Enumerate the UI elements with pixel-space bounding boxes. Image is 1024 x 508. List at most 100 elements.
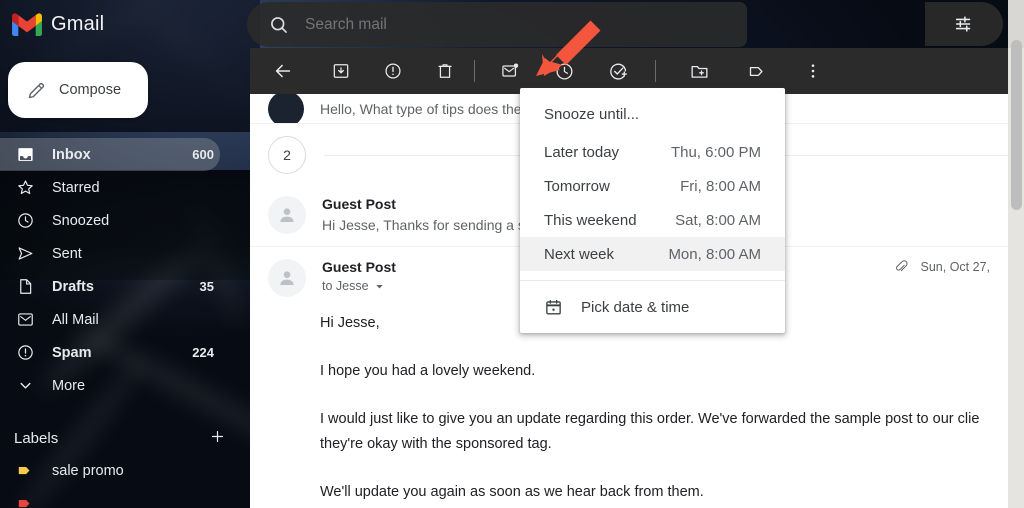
search-icon bbox=[271, 16, 287, 33]
search-options-button[interactable] bbox=[925, 2, 1003, 46]
snooze-option-label: Tomorrow bbox=[544, 177, 610, 195]
snooze-dropdown-menu: Snooze until... Later today Thu, 6:00 PM… bbox=[520, 88, 785, 333]
label-tag-icon bbox=[749, 66, 763, 76]
snooze-option-time: Fri, 8:00 AM bbox=[680, 177, 761, 195]
chevron-down-icon bbox=[16, 376, 38, 395]
arrow-back-icon bbox=[275, 64, 291, 78]
sidebar-label-sale-promo[interactable]: sale promo bbox=[0, 454, 250, 487]
pick-date-time-label: Pick date & time bbox=[581, 298, 690, 316]
recipient-text: to Jesse bbox=[322, 279, 369, 293]
snooze-option-time: Sat, 8:00 AM bbox=[675, 211, 761, 229]
mark-unread-icon bbox=[502, 63, 519, 77]
sidebar-item-inbox[interactable]: Inbox 600 bbox=[0, 138, 220, 171]
task-add-icon bbox=[609, 63, 627, 80]
compose-label: Compose bbox=[59, 82, 122, 98]
snooze-option-time: Mon, 8:00 AM bbox=[668, 245, 761, 263]
sidebar-item-label: All Mail bbox=[52, 311, 99, 328]
toolbar-divider bbox=[474, 60, 475, 82]
send-icon bbox=[16, 244, 38, 263]
sidebar-item-starred[interactable]: Starred bbox=[0, 171, 220, 204]
sidebar-item-sent[interactable]: Sent bbox=[0, 237, 220, 270]
label-tag-icon bbox=[16, 461, 38, 480]
gmail-m-logo bbox=[12, 12, 42, 36]
pick-date-time-option[interactable]: Pick date & time bbox=[520, 281, 785, 333]
clock-icon bbox=[16, 211, 38, 230]
compose-button[interactable]: Compose bbox=[8, 62, 148, 118]
sidebar-item-spam[interactable]: Spam 224 bbox=[0, 336, 220, 369]
snooze-option-later-today[interactable]: Later today Thu, 6:00 PM bbox=[520, 135, 785, 169]
snooze-menu-title: Snooze until... bbox=[544, 106, 640, 123]
sidebar-item-label: Spam bbox=[52, 344, 92, 361]
sidebar-item-snoozed[interactable]: Snoozed bbox=[0, 204, 220, 237]
labels-title: Labels bbox=[14, 429, 59, 447]
sidebar-item-count: 224 bbox=[192, 345, 214, 360]
top-bar: Gmail bbox=[0, 0, 1024, 48]
search-bar[interactable] bbox=[247, 2, 747, 47]
open-message-sender: Guest Post bbox=[322, 259, 396, 275]
calendar-icon bbox=[546, 299, 561, 315]
search-input[interactable] bbox=[305, 15, 705, 34]
sidebar-item-label: Drafts bbox=[52, 278, 94, 295]
report-spam-button[interactable] bbox=[370, 48, 416, 94]
label-tag-icon bbox=[16, 494, 38, 508]
body-paragraph: I hope you had a lovely weekend. bbox=[320, 362, 536, 379]
sidebar-item-label: Snoozed bbox=[52, 212, 110, 229]
message-meta: Sun, Oct 27, bbox=[893, 259, 990, 275]
sidebar-item-drafts[interactable]: Drafts 35 bbox=[0, 270, 220, 303]
snooze-option-this-weekend[interactable]: This weekend Sat, 8:00 AM bbox=[520, 203, 785, 237]
body-paragraph: they're okay with the sponsored tag. bbox=[320, 436, 552, 453]
trash-icon bbox=[438, 64, 452, 78]
inbox-icon bbox=[16, 145, 38, 164]
sidebar-item-all-mail[interactable]: All Mail bbox=[0, 303, 220, 336]
more-vertical-icon bbox=[811, 64, 815, 78]
all-mail-icon bbox=[16, 310, 38, 329]
archive-icon bbox=[333, 64, 349, 78]
tune-filter-icon bbox=[955, 16, 971, 32]
page-scrollbar[interactable] bbox=[1008, 0, 1024, 508]
sidebar-nav: Inbox 600 Starred Snoozed Sent Drafts 35… bbox=[0, 138, 250, 402]
snooze-option-time: Thu, 6:00 PM bbox=[670, 143, 761, 161]
gmail-brand[interactable]: Gmail bbox=[0, 0, 250, 48]
sidebar-item-count: 600 bbox=[192, 147, 214, 162]
archive-button[interactable] bbox=[318, 48, 364, 94]
plus-icon[interactable] bbox=[209, 428, 226, 449]
snooze-option-next-week[interactable]: Next week Mon, 8:00 AM bbox=[520, 237, 785, 271]
sidebar: Compose Inbox 600 Starred Snoozed Sent D… bbox=[0, 48, 250, 508]
sidebar-item-label: Sent bbox=[52, 245, 82, 262]
person-avatar-icon bbox=[268, 196, 306, 234]
snooze-option-label: Later today bbox=[544, 143, 620, 161]
hidden-message-count: 2 bbox=[268, 136, 306, 174]
caret-down-icon bbox=[375, 284, 383, 289]
body-paragraph: I would just like to give you an update … bbox=[320, 410, 980, 427]
toolbar-divider bbox=[655, 60, 656, 82]
sidebar-item-more[interactable]: More bbox=[0, 369, 220, 402]
snooze-option-label: Next week bbox=[544, 245, 615, 263]
recipient-row[interactable]: to Jesse bbox=[322, 279, 396, 293]
snooze-option-label: This weekend bbox=[544, 211, 637, 229]
sidebar-item-label: Inbox bbox=[52, 146, 91, 163]
snooze-option-tomorrow[interactable]: Tomorrow Fri, 8:00 AM bbox=[520, 169, 785, 203]
body-paragraph: We'll update you again as soon as we hea… bbox=[320, 484, 704, 500]
message-sender: Guest Post bbox=[322, 196, 396, 212]
pencil-icon bbox=[28, 82, 45, 98]
more-options-button[interactable] bbox=[790, 48, 836, 94]
gmail-app-window: Gmail Compose bbox=[0, 0, 1024, 508]
sidebar-item-label: Starred bbox=[52, 179, 100, 196]
delete-button[interactable] bbox=[422, 48, 468, 94]
sidebar-label-second[interactable] bbox=[0, 487, 250, 508]
draft-icon bbox=[16, 277, 38, 296]
back-button[interactable] bbox=[260, 48, 306, 94]
message-date: Sun, Oct 27, bbox=[920, 260, 990, 274]
avatar-dark-icon bbox=[268, 94, 304, 123]
paperclip-icon bbox=[895, 260, 908, 272]
folder-move-icon bbox=[690, 65, 708, 78]
spam-icon bbox=[16, 343, 38, 362]
person-avatar-icon bbox=[268, 259, 306, 297]
labels-header: Labels bbox=[0, 422, 250, 454]
report-spam-icon bbox=[385, 63, 401, 79]
sidebar-item-label: More bbox=[52, 377, 86, 394]
star-icon bbox=[16, 178, 38, 197]
scrollbar-thumb[interactable] bbox=[1011, 40, 1022, 210]
brand-name: Gmail bbox=[51, 12, 105, 35]
sidebar-item-count: 35 bbox=[199, 279, 214, 294]
